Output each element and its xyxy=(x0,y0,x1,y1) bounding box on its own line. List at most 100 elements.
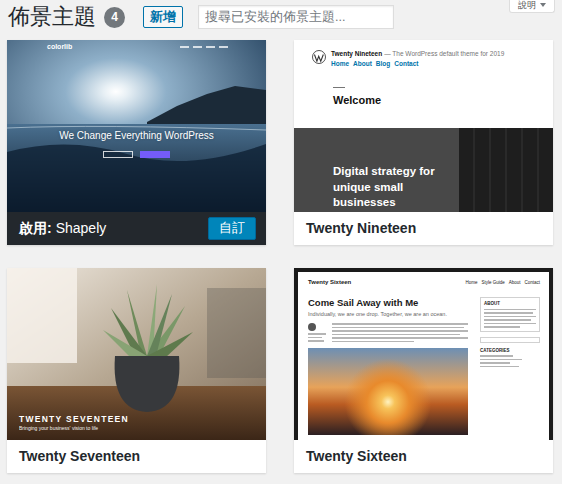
text-line xyxy=(308,340,324,342)
theme-screenshot[interactable]: Twenty Sixteen Home Style Guide AboutContac… xyxy=(294,268,553,440)
text-line xyxy=(308,337,322,339)
theme-name: Twenty Sixteen xyxy=(306,446,407,467)
site-title: Twenty Nineteen xyxy=(331,50,382,57)
post-title: Come Sail Away with Me xyxy=(308,297,468,308)
wordpress-logo-icon xyxy=(312,50,326,64)
theme-name: Twenty Nineteen xyxy=(306,218,416,239)
preview-content: Twenty Sixteen Home Style Guide AboutContac… xyxy=(298,272,549,440)
theme-name-text: Twenty Sixteen xyxy=(306,448,407,464)
text-line xyxy=(332,341,414,343)
preview-nav: HomeAboutBlogContact xyxy=(331,59,504,68)
site-title: TWENTY SEVENTEEN xyxy=(19,414,266,424)
about-widget: ABOUT xyxy=(480,297,540,332)
post-excerpt: Individually, we are one drop. Together,… xyxy=(308,311,468,318)
theme-name: 啟用:Shapely xyxy=(19,218,106,239)
theme-card[interactable]: colorlib We Change Everything WordPress 啟用… xyxy=(7,40,266,245)
page-title: 佈景主題 xyxy=(8,4,96,30)
post-body xyxy=(308,323,468,342)
nav-item: Style Guide xyxy=(481,280,504,286)
site-logo: colorlib xyxy=(47,43,72,51)
search-widget xyxy=(480,337,540,343)
nav-item: Home xyxy=(465,280,477,286)
nav-placeholder xyxy=(193,46,202,48)
preview-top-bar: colorlib xyxy=(7,40,266,51)
author-avatar xyxy=(308,323,316,331)
page-header: 佈景主題 4 新增 說明 xyxy=(0,0,562,40)
text-line xyxy=(480,366,519,368)
add-new-button[interactable]: 新增 xyxy=(143,6,183,28)
preview-body: Come Sail Away with Me Individually, we a… xyxy=(308,297,540,440)
preview-nav xyxy=(180,46,228,48)
theme-card[interactable]: TWENTY SEVENTEENBringing your business' … xyxy=(7,268,266,473)
text-line xyxy=(484,316,536,318)
dropdown-arrow-icon xyxy=(540,3,546,7)
text-line xyxy=(308,333,326,335)
hero-headline: We Change Everything WordPress xyxy=(7,130,266,142)
preview-frame: Twenty Sixteen Home Style Guide AboutContac… xyxy=(294,268,553,440)
sunset-photo xyxy=(308,348,468,435)
text-line xyxy=(480,355,513,357)
text-line xyxy=(332,334,460,336)
theme-screenshot[interactable]: Twenty Nineteen— The WordPress default t… xyxy=(294,40,553,212)
nav-item: Blog xyxy=(376,59,390,68)
preview-site-header: Twenty Sixteen Home Style Guide AboutContac… xyxy=(308,279,540,287)
site-tagline: Bringing your business' vision to life xyxy=(19,425,266,432)
nav-item: About xyxy=(509,280,521,286)
site-branding: TWENTY SEVENTEENBringing your business' … xyxy=(7,414,266,440)
theme-footer: 啟用:Shapely 自訂 xyxy=(7,212,266,245)
text-line xyxy=(484,319,531,321)
site-title: Twenty Sixteen xyxy=(308,279,351,287)
theme-name: Twenty Seventeen xyxy=(19,446,140,467)
site-tagline: — The WordPress default theme for 2019 xyxy=(384,50,504,57)
text-line xyxy=(484,312,533,314)
theme-search-field[interactable] xyxy=(198,5,394,29)
text-line xyxy=(332,327,464,329)
post-meta xyxy=(308,323,326,342)
theme-footer: Twenty Nineteen xyxy=(294,212,553,245)
help-tab-label: 說明 xyxy=(518,0,536,11)
plant-photo xyxy=(7,268,266,440)
theme-card[interactable]: Twenty Nineteen— The WordPress default t… xyxy=(294,40,553,245)
theme-screenshot[interactable]: TWENTY SEVENTEENBringing your business' … xyxy=(7,268,266,440)
text-line xyxy=(480,362,510,364)
welcome-heading: Welcome xyxy=(333,94,553,107)
active-label: 啟用: xyxy=(19,220,52,236)
nav-item: Contact xyxy=(524,280,540,286)
hero-purple-button xyxy=(140,151,170,158)
text-line xyxy=(484,326,520,328)
theme-footer: Twenty Seventeen xyxy=(7,440,266,473)
hero-outline-button xyxy=(103,151,133,158)
widget-heading: ABOUT xyxy=(484,301,536,307)
text-line xyxy=(332,323,468,325)
help-tab[interactable]: 說明 xyxy=(509,0,555,13)
nav-item: About xyxy=(353,59,372,68)
preview-site-header: Twenty Nineteen— The WordPress default t… xyxy=(294,40,553,69)
post-text xyxy=(332,323,468,342)
customize-button[interactable]: 自訂 xyxy=(208,217,256,239)
ocean-photo xyxy=(7,40,266,212)
preview-content: colorlib We Change Everything WordPress xyxy=(7,40,266,212)
calendar-photo xyxy=(459,128,553,212)
heading-rule xyxy=(333,87,345,88)
post-column: Come Sail Away with Me Individually, we a… xyxy=(308,297,468,440)
theme-name-text: Twenty Seventeen xyxy=(19,448,140,464)
theme-name-text: Twenty Nineteen xyxy=(306,220,416,236)
theme-grid: colorlib We Change Everything WordPress 啟用… xyxy=(0,40,562,473)
banner-text: Digital strategy for unique small busine… xyxy=(294,128,459,212)
sidebar: ABOUTCATEGORIES xyxy=(480,297,540,440)
preview-content: Twenty Nineteen— The WordPress default t… xyxy=(294,40,553,212)
theme-screenshot[interactable]: colorlib We Change Everything WordPress xyxy=(7,40,266,212)
banner-band: Digital strategy for unique small busine… xyxy=(294,128,553,212)
preview-nav: Home Style Guide AboutContact xyxy=(465,280,540,286)
nav-item: Home xyxy=(331,59,349,68)
text-line xyxy=(332,330,468,332)
theme-card[interactable]: Twenty Sixteen Home Style Guide AboutContac… xyxy=(294,268,553,473)
text-line xyxy=(480,359,522,361)
nav-placeholder xyxy=(206,46,215,48)
theme-footer: Twenty Sixteen xyxy=(294,440,553,473)
text-line xyxy=(332,337,468,339)
hero-buttons xyxy=(7,151,266,158)
theme-count-badge: 4 xyxy=(104,7,125,28)
welcome-section: Welcome xyxy=(294,69,553,107)
nav-placeholder xyxy=(219,46,228,48)
